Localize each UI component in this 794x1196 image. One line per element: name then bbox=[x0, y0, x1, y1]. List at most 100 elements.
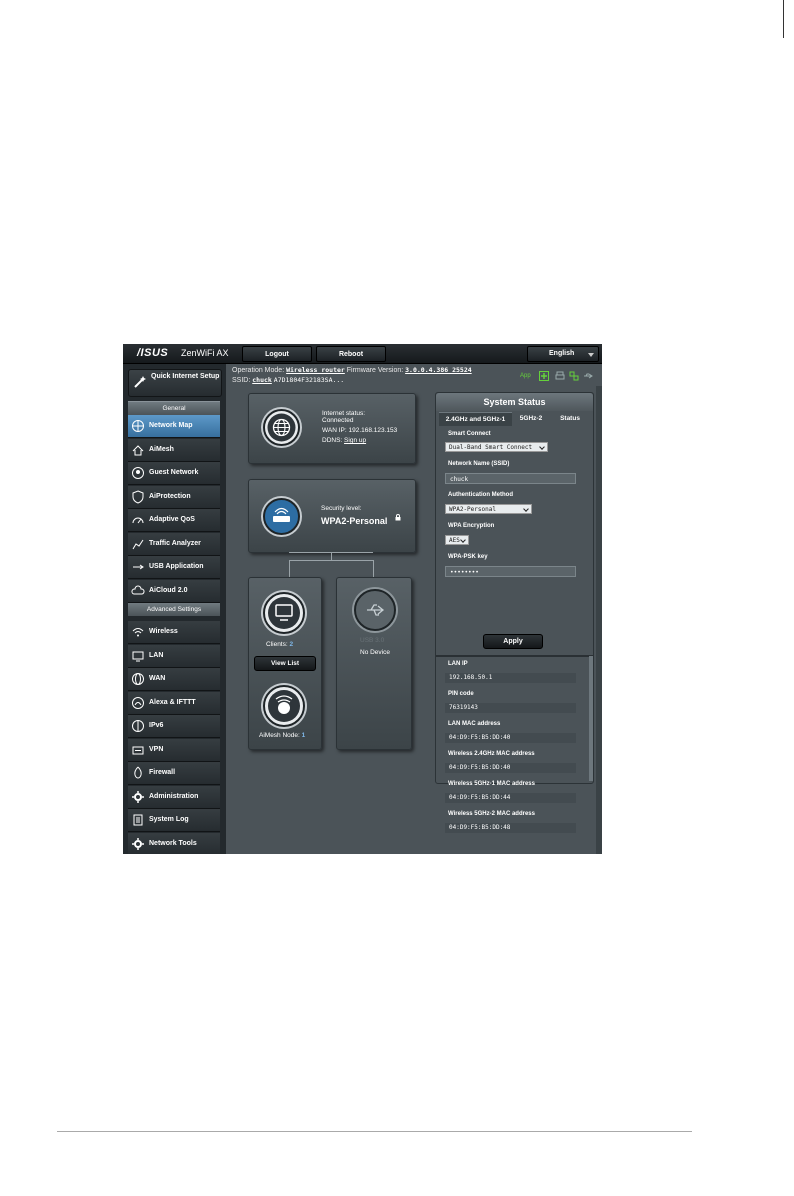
wpa-encryption-select[interactable]: AES bbox=[445, 535, 469, 545]
sidebar-item-firewall[interactable]: Firewall bbox=[128, 762, 220, 785]
info-label: LAN IP bbox=[448, 661, 468, 667]
logout-button[interactable]: Logout bbox=[242, 346, 312, 362]
security-card[interactable]: Security level: WPA2-Personal bbox=[248, 479, 416, 553]
lan-icon bbox=[132, 651, 144, 661]
op-mode-link[interactable]: Wireless router bbox=[286, 366, 345, 374]
shield-icon bbox=[132, 489, 144, 504]
info-label: Wireless 5GHz-2 MAC address bbox=[448, 811, 535, 817]
usb-icon bbox=[354, 589, 396, 631]
chevron-down-icon bbox=[588, 353, 594, 357]
connector-line bbox=[373, 560, 374, 577]
info-value: 04:D9:F5:B5:DD:40 bbox=[445, 733, 576, 743]
sidebar-item-wireless[interactable]: Wireless bbox=[128, 621, 220, 644]
sidebar-item-alexa-ifttt[interactable]: Alexa & IFTTT bbox=[128, 691, 220, 715]
clients-label: Clients: bbox=[266, 641, 288, 648]
view-list-button[interactable]: View List bbox=[254, 656, 316, 671]
router-icon bbox=[263, 498, 300, 535]
ssid-line: SSID: chuck A7D1804F32183SA... bbox=[232, 376, 344, 384]
sidebar-item-label: WAN bbox=[149, 675, 166, 682]
info-value: 76319143 bbox=[445, 703, 576, 713]
sidebar-item-label: AiCloud 2.0 bbox=[149, 586, 188, 594]
chevron-down-icon bbox=[539, 444, 545, 450]
sidebar-item-label: AiMesh bbox=[149, 445, 174, 453]
sidebar-item-lan[interactable]: LAN bbox=[128, 644, 220, 668]
log-icon bbox=[133, 814, 143, 826]
apply-button[interactable]: Apply bbox=[483, 634, 543, 649]
sidebar-item-wan[interactable]: WAN bbox=[128, 668, 220, 691]
ddns-label: DDNS: bbox=[322, 437, 343, 444]
language-select[interactable]: English bbox=[527, 346, 599, 362]
sidebar-item-label: Administration bbox=[149, 792, 199, 800]
sidebar-item-system-log[interactable]: System Log bbox=[128, 809, 220, 832]
sidebar-item-vpn[interactable]: VPN bbox=[128, 738, 220, 762]
sidebar-item-label: Network Tools bbox=[149, 839, 197, 847]
internet-status-value: Connected bbox=[322, 417, 354, 424]
ddns-line: DDNS: Sign up bbox=[322, 437, 366, 445]
ssid-link[interactable]: chuck bbox=[252, 376, 272, 384]
sidebar-item-label: LAN bbox=[149, 651, 164, 659]
tab-status[interactable]: Status bbox=[552, 412, 588, 425]
system-status-panel: System Status 2.4GHz and 5GHz-1 5GHz-2 S… bbox=[435, 392, 594, 833]
sidebar-item-aimesh[interactable]: AiMesh bbox=[128, 438, 220, 462]
sidebar-item-administration[interactable]: Administration bbox=[128, 785, 220, 809]
firmware-link[interactable]: 3.0.0.4.386_25524 bbox=[405, 366, 472, 374]
quick-internet-setup-button[interactable]: Quick Internet Setup bbox=[128, 369, 222, 397]
auth-method-label: Authentication Method bbox=[448, 492, 513, 498]
ssid-field[interactable]: chuck bbox=[445, 473, 576, 484]
connector-line bbox=[289, 560, 374, 561]
page-edge-mark bbox=[783, 0, 784, 38]
sidebar-item-adaptive-qos[interactable]: Adaptive QoS bbox=[128, 509, 220, 532]
smart-connect-select[interactable]: Dual-Band Smart Connect bbox=[445, 442, 548, 452]
sidebar-item-guest-network[interactable]: Guest Network bbox=[128, 462, 220, 485]
clients-line: Clients: 2 bbox=[266, 641, 293, 649]
tab-5ghz2[interactable]: 5GHz-2 bbox=[514, 412, 548, 425]
sidebar-item-traffic-analyzer[interactable]: Traffic Analyzer bbox=[128, 532, 220, 556]
network-status-icon[interactable] bbox=[569, 371, 579, 381]
ssid-field-label: Network Name (SSID) bbox=[448, 461, 510, 467]
sidebar-item-label: Traffic Analyzer bbox=[149, 539, 201, 547]
sidebar-item-aiprotection[interactable]: AiProtection bbox=[128, 485, 220, 509]
sidebar-item-label: USB Application bbox=[149, 563, 204, 570]
sidebar-item-ipv6[interactable]: IPv6 bbox=[128, 715, 220, 738]
usb-card[interactable]: USB 3.0 No Device bbox=[336, 577, 412, 750]
clients-card[interactable]: Clients: 2 View List AiMesh Node: 1 bbox=[248, 577, 322, 750]
wand-icon bbox=[134, 376, 146, 388]
tab-24ghz-5ghz1[interactable]: 2.4GHz and 5GHz-1 bbox=[439, 412, 512, 426]
aimesh-icon bbox=[132, 444, 144, 455]
connector-line bbox=[331, 552, 332, 560]
sidebar-item-network-tools[interactable]: Network Tools bbox=[128, 832, 220, 854]
ssid-secondary: A7D1804F32183SA... bbox=[273, 376, 345, 384]
app-label[interactable]: App bbox=[520, 373, 531, 379]
usb-device-status: No Device bbox=[360, 649, 390, 656]
usb-icon bbox=[133, 564, 144, 570]
gear-icon bbox=[132, 790, 144, 803]
ddns-signup-link[interactable]: Sign up bbox=[344, 437, 366, 444]
printer-icon[interactable] bbox=[555, 371, 565, 381]
sidebar-item-label: Alexa & IFTTT bbox=[149, 698, 196, 706]
aimesh-node-count[interactable]: 1 bbox=[302, 732, 306, 739]
chart-icon bbox=[132, 539, 144, 549]
reboot-button[interactable]: Reboot bbox=[316, 346, 386, 362]
top-bar: /ISUS ZenWiFi AX Logout Reboot English bbox=[123, 344, 602, 364]
panel-scrollbar[interactable] bbox=[589, 656, 593, 781]
usb-status-icon[interactable] bbox=[583, 371, 593, 381]
info-value: 04:D9:F5:B5:DD:44 bbox=[445, 793, 576, 803]
alexa-icon bbox=[132, 696, 144, 709]
wpa-psk-field[interactable]: •••••••• bbox=[445, 566, 576, 577]
page-scrollbar[interactable] bbox=[596, 386, 602, 854]
lock-icon bbox=[395, 514, 401, 521]
sidebar-item-network-map[interactable]: Network Map bbox=[128, 415, 220, 438]
gauge-icon bbox=[132, 517, 144, 524]
info-label: Wireless 2.4GHz MAC address bbox=[448, 751, 535, 757]
firmware-label: Firmware Version: bbox=[346, 367, 404, 374]
internet-status-card[interactable]: Internet status: Connected WAN IP: 192.1… bbox=[248, 393, 416, 464]
smart-connect-label: Smart Connect bbox=[448, 431, 491, 437]
app-status-icon[interactable] bbox=[539, 371, 549, 381]
info-label: LAN MAC address bbox=[448, 721, 501, 727]
network-map-icon bbox=[132, 420, 144, 432]
sidebar-item-aicloud-2-0[interactable]: AiCloud 2.0 bbox=[128, 579, 220, 603]
qis-label: Quick Internet Setup bbox=[151, 373, 220, 380]
clients-count[interactable]: 2 bbox=[290, 641, 294, 648]
auth-method-select[interactable]: WPA2-Personal bbox=[445, 504, 532, 514]
sidebar-item-usb-application[interactable]: USB Application bbox=[128, 556, 220, 579]
